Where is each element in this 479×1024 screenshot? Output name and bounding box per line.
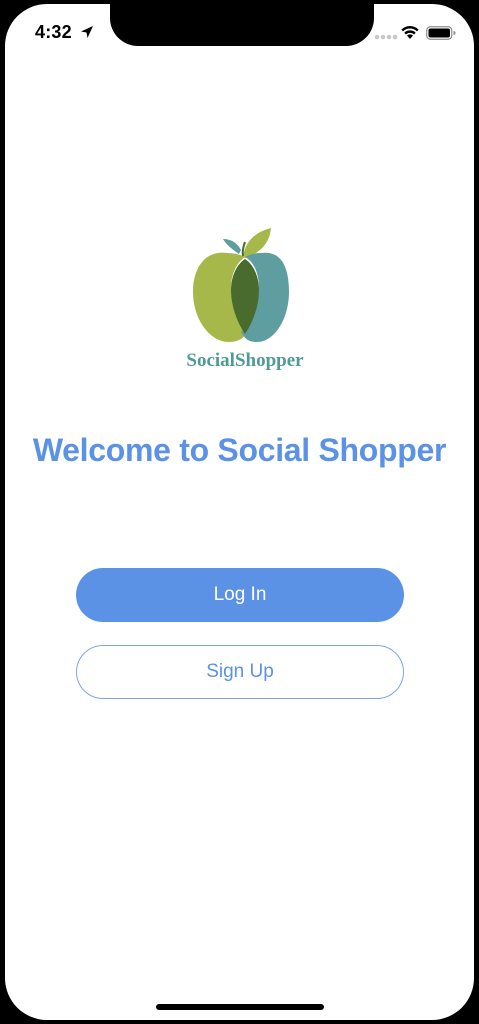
battery-icon	[426, 26, 456, 40]
signal-icon	[374, 34, 398, 40]
signup-button-label: Sign Up	[206, 661, 274, 682]
social-shopper-logo: SocialShopper	[186, 228, 304, 371]
login-button[interactable]: Log In	[76, 568, 404, 622]
phone-screen: 4:32 SocialShopper Welcome to Social Sho…	[5, 4, 474, 1020]
device-notch	[110, 4, 374, 46]
status-time: 4:32	[35, 22, 72, 42]
home-indicator[interactable]	[156, 1004, 324, 1010]
location-arrow-icon	[81, 26, 93, 38]
welcome-title: Welcome to Social Shopper	[32, 432, 447, 468]
login-button-label: Log In	[213, 584, 267, 605]
signup-button[interactable]: Sign Up	[76, 645, 404, 699]
logo-brand-text: SocialShopper	[186, 350, 304, 371]
wifi-icon	[401, 26, 419, 39]
